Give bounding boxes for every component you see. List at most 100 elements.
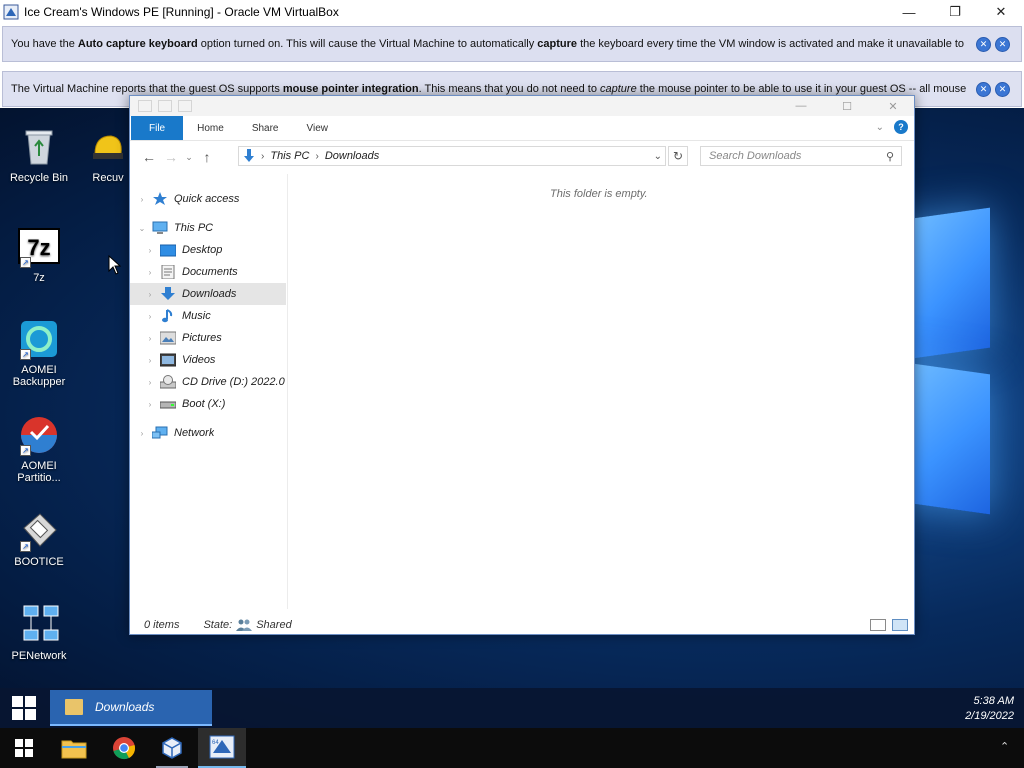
explorer-body: › Quick access ⌄ This PC › Desktop › Doc…: [130, 174, 914, 609]
expand-arrow-icon[interactable]: ›: [144, 356, 156, 365]
search-input[interactable]: Search Downloads ⚲: [700, 146, 902, 166]
clock-time: 5:38 AM: [973, 695, 1014, 707]
nav-item-desktop[interactable]: › Desktop: [130, 239, 286, 261]
expand-arrow-icon[interactable]: ›: [144, 378, 156, 387]
expand-arrow-icon[interactable]: ›: [136, 195, 148, 204]
desktop-icon-7z[interactable]: 7z ↗ 7z: [0, 226, 78, 284]
aomei-backupper-icon: ↗: [18, 318, 60, 360]
item-count: 0 items: [144, 619, 180, 631]
tab-view[interactable]: View: [293, 116, 343, 140]
desktop-icon-aomei-partition[interactable]: ↗ AOMEI Partitio...: [0, 414, 78, 484]
svg-text:64: 64: [212, 740, 219, 746]
icon-label: 7z: [33, 272, 45, 284]
notice-text: You have the Auto capture keyboard optio…: [11, 38, 965, 50]
state-value: Shared: [256, 619, 292, 631]
search-icon[interactable]: ⚲: [886, 150, 894, 163]
hide-notice-icon[interactable]: ✕: [995, 36, 1010, 52]
chevron-down-icon[interactable]: ⌄: [654, 151, 662, 162]
close-notice-icon[interactable]: ✕: [976, 36, 991, 52]
hide-notice-icon[interactable]: ✕: [995, 81, 1010, 97]
expand-arrow-icon[interactable]: ›: [144, 246, 156, 255]
taskbar-file-explorer[interactable]: [50, 728, 98, 768]
close-button[interactable]: ✕: [870, 96, 916, 116]
large-icons-view-icon[interactable]: [892, 619, 908, 631]
collapse-arrow-icon[interactable]: ⌄: [136, 224, 148, 233]
expand-arrow-icon[interactable]: ›: [144, 268, 156, 277]
empty-folder-message: This folder is empty.: [550, 188, 648, 200]
expand-arrow-icon[interactable]: ›: [144, 334, 156, 343]
nav-item-pictures[interactable]: › Pictures: [130, 327, 286, 349]
taskbar-virtualbox-vm[interactable]: 64: [198, 728, 246, 768]
virtualbox-vm-icon: 64: [209, 735, 235, 759]
nav-item-documents[interactable]: › Documents: [130, 261, 286, 283]
nav-item-music[interactable]: › Music: [130, 305, 286, 327]
nav-item-quick-access[interactable]: › Quick access: [130, 188, 286, 210]
desktop-icon-bootice[interactable]: ↗ BOOTICE: [0, 510, 78, 568]
host-start-button[interactable]: [0, 728, 48, 768]
back-icon[interactable]: ←: [138, 149, 160, 165]
desktop-icon-aomei-backupper[interactable]: ↗ AOMEI Backupper: [0, 318, 78, 388]
share-state: State: Shared: [203, 619, 292, 631]
breadcrumb-downloads[interactable]: Downloads: [325, 150, 379, 162]
windows-icon: [12, 696, 36, 720]
expand-arrow-icon[interactable]: ›: [144, 312, 156, 321]
breadcrumb-this-pc[interactable]: This PC: [270, 150, 309, 162]
properties-icon[interactable]: [158, 100, 172, 112]
tab-share[interactable]: Share: [238, 116, 293, 140]
minimize-button[interactable]: —: [778, 96, 824, 116]
host-taskbar: 64 ⌃: [0, 728, 1024, 768]
maximize-button[interactable]: ❐: [932, 0, 978, 24]
help-icon[interactable]: ?: [894, 120, 908, 134]
nav-item-videos[interactable]: › Videos: [130, 349, 286, 371]
shortcut-arrow-icon: ↗: [20, 349, 31, 360]
details-view-icon[interactable]: [870, 619, 886, 631]
new-folder-icon[interactable]: [178, 100, 192, 112]
desktop-icon-penetwork[interactable]: PENetwork: [0, 604, 78, 662]
bootice-icon: ↗: [18, 510, 60, 552]
ribbon-tabs: File Home Share View ⌄ ?: [130, 116, 914, 141]
close-button[interactable]: ✕: [978, 0, 1024, 24]
forward-icon[interactable]: →: [160, 149, 182, 165]
nav-item-boot-drive[interactable]: › Boot (X:): [130, 393, 286, 415]
taskbar-virtualbox[interactable]: [148, 728, 196, 768]
monitor-icon: [152, 221, 168, 235]
recent-locations-icon[interactable]: ⌄: [182, 152, 196, 163]
minimize-button[interactable]: —: [886, 0, 932, 24]
refresh-icon[interactable]: ↻: [668, 146, 688, 166]
close-notice-icon[interactable]: ✕: [976, 81, 991, 97]
navigation-pane: › Quick access ⌄ This PC › Desktop › Doc…: [130, 174, 288, 609]
network-icon: [18, 604, 60, 646]
nav-item-this-pc[interactable]: ⌄ This PC: [130, 217, 286, 239]
up-icon[interactable]: ↑: [196, 149, 218, 165]
address-bar[interactable]: › This PC › Downloads ⌄: [238, 146, 666, 166]
nav-item-downloads[interactable]: › Downloads: [130, 283, 286, 305]
tab-home[interactable]: Home: [183, 116, 238, 140]
chrome-icon: [113, 737, 135, 760]
expand-arrow-icon[interactable]: ›: [144, 290, 156, 299]
host-titlebar: Ice Cream's Windows PE [Running] - Oracl…: [0, 0, 1024, 24]
maximize-button[interactable]: ☐: [824, 96, 870, 116]
guest-clock[interactable]: 5:38 AM 2/19/2022: [965, 694, 1014, 724]
expand-ribbon-icon[interactable]: ⌄: [876, 122, 884, 133]
show-hidden-icons-button[interactable]: ⌃: [1000, 740, 1009, 753]
download-arrow-icon: [138, 100, 152, 112]
star-icon: [152, 192, 168, 206]
network-icon: [151, 426, 168, 440]
nav-item-network[interactable]: › Network: [130, 422, 286, 444]
taskbar-chrome[interactable]: [100, 728, 148, 768]
recuva-icon: [87, 126, 129, 168]
shortcut-arrow-icon: ↗: [20, 445, 31, 456]
nav-item-cd-drive[interactable]: › CD Drive (D:) 2022.0: [130, 371, 286, 393]
recycle-bin-icon: [18, 126, 60, 168]
expand-arrow-icon[interactable]: ›: [144, 400, 156, 409]
window-title: Ice Cream's Windows PE [Running] - Oracl…: [24, 5, 339, 19]
desktop-icon-recycle-bin[interactable]: Recycle Bin: [0, 126, 78, 184]
icon-label: Recycle Bin: [9, 172, 69, 184]
notice-text: The Virtual Machine reports that the gue…: [11, 83, 967, 95]
tab-file[interactable]: File: [131, 116, 184, 140]
file-explorer-window: — ☐ ✕ File Home Share View ⌄ ? ← → ⌄ ↑ ›…: [129, 95, 915, 635]
expand-arrow-icon[interactable]: ›: [136, 429, 148, 438]
guest-start-button[interactable]: [0, 688, 48, 728]
taskbar-item-downloads[interactable]: Downloads: [50, 690, 212, 726]
icon-label: PENetwork: [11, 650, 67, 662]
